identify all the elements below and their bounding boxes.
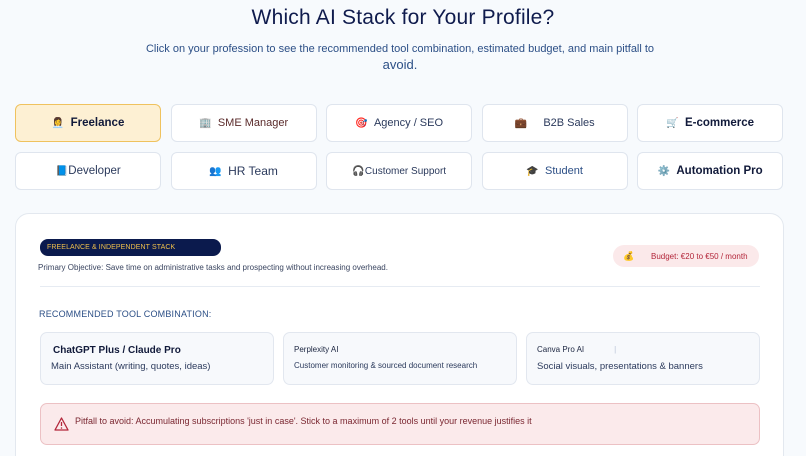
graduation-cap-icon: 🎓 <box>526 165 539 177</box>
tab-freelance[interactable]: 👩‍💼 Freelance <box>15 104 161 142</box>
tool-cards: ChatGPT Plus / Claude Pro Main Assistant… <box>40 332 760 385</box>
primary-objective: Primary Objective: Save time on administ… <box>38 263 388 272</box>
tab-label: E-commerce <box>684 117 755 129</box>
tab-agency-seo[interactable]: 🎯 Agency / SEO <box>326 104 472 142</box>
tab-student[interactable]: 🎓 Student <box>481 152 628 190</box>
subtitle-tail: avoid. <box>382 57 418 72</box>
pitfall-alert: Pitfall to avoid: Accumulating subscript… <box>40 403 760 445</box>
tab-developer[interactable]: 📘 Developer <box>15 152 161 190</box>
tab-label: Developer <box>68 165 121 177</box>
tool-card: ChatGPT Plus / Claude Pro Main Assistant… <box>40 332 274 385</box>
money-bag-icon: 💰 <box>623 250 635 261</box>
shopping-cart-icon: 🛒 <box>666 117 679 129</box>
headphones-icon: 🎧 <box>352 165 365 177</box>
page: Which AI Stack for Your Profile? Click o… <box>0 0 806 456</box>
tool-separator: | <box>614 345 617 354</box>
tool-card: Canva Pro AI | Social visuals, presentati… <box>526 332 760 385</box>
tab-label: Customer Support <box>364 165 447 177</box>
tool-description: Main Assistant (writing, quotes, ideas) <box>51 361 211 372</box>
gear-icon: ⚙️ <box>657 165 671 177</box>
tool-name: ChatGPT Plus / Claude Pro <box>53 345 181 356</box>
divider <box>40 286 760 287</box>
tool-description: Customer monitoring & sourced document r… <box>294 361 478 370</box>
pitfall-text: Pitfall to avoid: Accumulating subscript… <box>75 416 532 426</box>
stack-badge: FREELANCE & INDEPENDENT STACK <box>40 239 221 256</box>
freelancer-icon: 👩‍💼 <box>51 117 65 129</box>
warning-icon <box>53 416 69 432</box>
stack-panel: FREELANCE & INDEPENDENT STACK Primary Ob… <box>15 213 784 456</box>
tab-label: Automation Pro <box>676 165 763 177</box>
tool-description: Social visuals, presentations & banners <box>537 361 703 372</box>
tab-e-commerce[interactable]: 🛒 E-commerce <box>637 104 783 142</box>
budget-text: Budget: €20 to €50 / month <box>651 251 748 261</box>
tab-customer-support[interactable]: 🎧 Customer Support <box>326 152 472 190</box>
profession-tabs: 👩‍💼 Freelance 🏢 SME Manager 🎯 Agency / S… <box>15 104 785 190</box>
tab-b2b-sales[interactable]: 💼 B2B Sales <box>481 104 628 142</box>
page-title: Which AI Stack for Your Profile? <box>251 6 555 29</box>
tool-name: Canva Pro AI <box>537 345 585 354</box>
recommended-label: RECOMMENDED TOOL COMBINATION: <box>39 309 212 319</box>
tab-hr-team[interactable]: 👥 HR Team <box>170 152 317 190</box>
tool-name-row: Canva Pro AI | <box>537 345 749 360</box>
tab-label: SME Manager <box>217 117 289 129</box>
budget-badge: 💰 Budget: €20 to €50 / month <box>613 245 759 267</box>
briefcase-icon: 💼 <box>514 117 528 129</box>
tab-label: Student <box>545 165 583 177</box>
tool-name: Perplexity AI <box>294 345 339 354</box>
people-icon: 👥 <box>209 165 222 177</box>
tab-sme-manager[interactable]: 🏢 SME Manager <box>170 104 317 142</box>
tab-label: Freelance <box>70 117 125 129</box>
office-building-icon: 🏢 <box>199 117 212 129</box>
subtitle-text: Click on your profession to see the reco… <box>145 43 655 55</box>
book-icon: 📘 <box>55 165 68 177</box>
tab-label: Agency / SEO <box>373 117 444 129</box>
tab-label: B2B Sales <box>543 117 595 129</box>
tab-label: HR Team <box>228 164 278 178</box>
page-subtitle: Click on your profession to see the reco… <box>140 41 660 74</box>
tab-automation-pro[interactable]: ⚙️ Automation Pro <box>637 152 783 190</box>
target-icon: 🎯 <box>355 117 368 129</box>
tool-card: Perplexity AI Customer monitoring & sour… <box>283 332 517 385</box>
